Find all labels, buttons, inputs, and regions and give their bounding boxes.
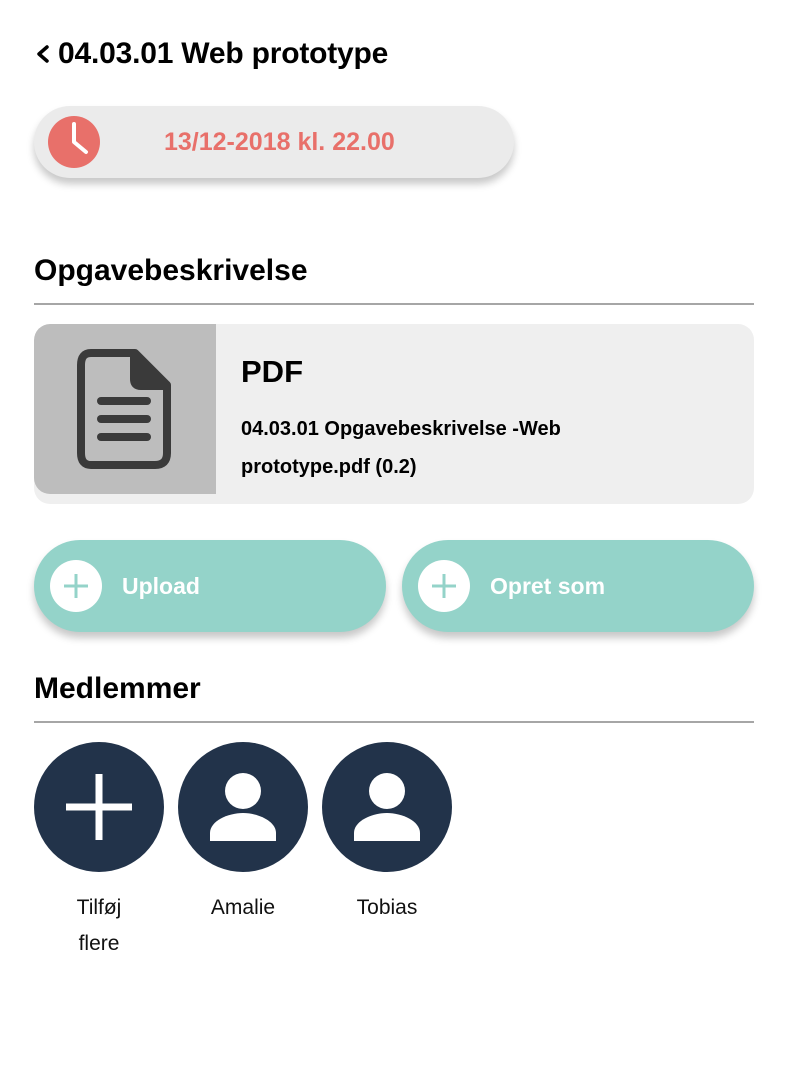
page-title: 04.03.01 Web prototype <box>58 37 389 70</box>
member-name: Tobias <box>356 896 418 919</box>
user-icon <box>210 773 276 841</box>
members-heading: Medlemmer <box>34 672 201 705</box>
document-icon <box>77 349 171 469</box>
clock-icon <box>48 116 100 168</box>
plus-icon <box>50 560 102 612</box>
header: 04.03.01 Web prototype <box>34 34 388 74</box>
chevron-left-icon[interactable] <box>34 41 52 67</box>
file-name: 04.03.01 Opgavebeskrivelse -Web prototyp… <box>241 418 561 478</box>
add-member-label: Tilføj flere <box>76 896 122 955</box>
deadline-pill: 13/12-2018 kl. 22.00 <box>34 106 514 178</box>
deadline-text: 13/12-2018 kl. 22.00 <box>164 127 395 156</box>
description-heading: Opgavebeskrivelse <box>34 254 308 287</box>
description-divider <box>34 303 754 305</box>
user-icon <box>354 773 420 841</box>
file-card[interactable]: PDF 04.03.01 Opgavebeskrivelse -Web prot… <box>34 324 754 504</box>
upload-button[interactable]: Upload <box>34 540 386 632</box>
avatar <box>178 742 308 872</box>
add-member-avatar <box>34 742 164 872</box>
member-tobias[interactable]: Tobias <box>322 742 452 926</box>
upload-label: Upload <box>122 572 200 599</box>
file-thumbnail <box>34 324 216 494</box>
add-member-button[interactable]: Tilføj flere <box>34 742 164 962</box>
plus-icon <box>66 774 132 840</box>
member-amalie[interactable]: Amalie <box>178 742 308 926</box>
file-type: PDF <box>241 354 303 389</box>
file-info: PDF 04.03.01 Opgavebeskrivelse -Web prot… <box>241 324 661 504</box>
create-as-button[interactable]: Opret som <box>402 540 754 632</box>
member-name: Amalie <box>210 896 276 919</box>
members-divider <box>34 721 754 723</box>
create-as-label: Opret som <box>490 572 606 599</box>
plus-icon <box>418 560 470 612</box>
avatar <box>322 742 452 872</box>
